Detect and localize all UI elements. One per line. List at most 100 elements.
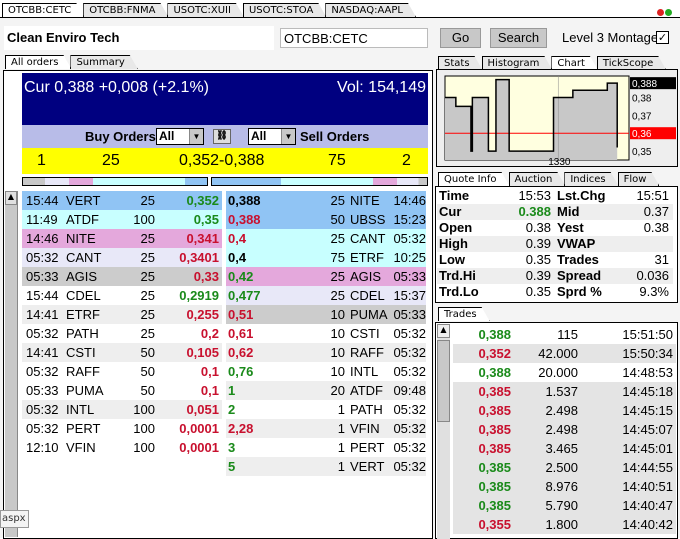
tab-otcbb-fnma[interactable]: OTCBB:FNMA (83, 3, 168, 17)
order-price: 0,2919 (179, 288, 219, 303)
order-time: 05:32 (393, 402, 426, 417)
buy-order-row[interactable]: 12:10 VFIN 100 0,0001 (22, 438, 222, 457)
sell-order-row[interactable]: 0,61 10 CSTI 05:32 (226, 324, 426, 343)
order-size: 25 (140, 231, 155, 246)
tab-stats[interactable]: Stats (438, 56, 483, 70)
sell-order-row[interactable]: 0,4 25 CANT 05:32 (226, 229, 426, 248)
scroll-up-icon[interactable]: ▲ (437, 324, 450, 338)
quote-label: Trd.Hi (439, 268, 476, 283)
order-size: 10 (330, 364, 345, 379)
trade-size: 115 (557, 327, 578, 342)
order-size: 1 (337, 402, 345, 417)
trade-price: 0,385 (478, 422, 511, 437)
order-size: 100 (133, 421, 155, 436)
scroll-thumb[interactable] (437, 340, 450, 422)
sell-order-row[interactable]: 1 20 ATDF 09:48 (226, 381, 426, 400)
order-scrollbar[interactable]: ▲ (5, 191, 18, 537)
sell-order-row[interactable]: 0,51 10 PUMA 05:33 (226, 305, 426, 324)
tab-quote-info[interactable]: Quote Info (438, 172, 510, 186)
order-time: 05:32 (26, 421, 59, 436)
order-size: 50 (140, 383, 155, 398)
buy-order-row[interactable]: 14:41 ETRF 25 0,255 (22, 305, 222, 324)
quote-row: Open 0.38 Yest 0.38 (437, 220, 673, 236)
tab-histogram[interactable]: Histogram (482, 56, 553, 70)
order-price: 0,388 (228, 193, 261, 208)
order-size: 50 (330, 212, 345, 227)
spread: 0,352-0,388 (179, 152, 265, 169)
level3-label: Level 3 Montage (562, 30, 659, 45)
filter-bar: Buy Orders All ▼ ⛓ All ▼ Sell Orders (22, 125, 428, 148)
link-icon[interactable]: ⛓ (213, 129, 231, 144)
sell-order-row[interactable]: 2 1 PATH 05:32 (226, 400, 426, 419)
trade-price: 0,385 (478, 498, 511, 513)
sell-order-row[interactable]: 5 1 VERT 05:32 (226, 457, 426, 476)
order-time: 05:32 (26, 326, 59, 341)
inside-summary: 1 25 0,352-0,388 75 2 (22, 148, 428, 174)
quote-label: Trd.Lo (439, 284, 479, 299)
buy-order-row[interactable]: 11:49 ATDF 100 0,35 (22, 210, 222, 229)
quote-value: 0.37 (643, 204, 669, 219)
market-maker: AGIS (66, 269, 98, 284)
order-price: 0,0001 (179, 421, 219, 436)
sell-order-row[interactable]: 0,42 25 AGIS 05:33 (226, 267, 426, 286)
order-time: 05:33 (393, 307, 426, 322)
sell-order-row[interactable]: 3 1 PERT 05:32 (226, 438, 426, 457)
market-maker: PERT (350, 440, 385, 455)
symbol-input[interactable] (280, 28, 428, 48)
buy-order-row[interactable]: 14:46 NITE 25 0,341 (22, 229, 222, 248)
market-maker: CDEL (66, 288, 101, 303)
sell-order-row[interactable]: 0,62 10 RAFF 05:32 (226, 343, 426, 362)
order-time: 10:25 (393, 250, 426, 265)
buy-order-row[interactable]: 05:32 INTL 100 0,051 (22, 400, 222, 419)
tab-usotc-stoa[interactable]: USOTC:STOA (243, 3, 326, 17)
level3-checkbox[interactable]: ✓ (656, 31, 669, 44)
buy-order-row[interactable]: 05:32 RAFF 50 0,1 (22, 362, 222, 381)
sell-order-row[interactable]: 0,4 75 ETRF 10:25 (226, 248, 426, 267)
sell-order-row[interactable]: 0,477 25 CDEL 15:37 (226, 286, 426, 305)
tab-summary[interactable]: Summary (70, 55, 137, 69)
tab-indices[interactable]: Indices (564, 172, 618, 186)
buy-filter-select[interactable]: All ▼ (156, 128, 204, 145)
tab-usotc-xuii[interactable]: USOTC:XUII (167, 3, 243, 17)
buy-order-row[interactable]: 05:33 AGIS 25 0,33 (22, 267, 222, 286)
sell-filter-select[interactable]: All ▼ (248, 128, 296, 145)
sell-order-row[interactable]: 0,388 50 UBSS 15:23 (226, 210, 426, 229)
trade-price: 0,385 (478, 403, 511, 418)
quote-label: Sprd % (557, 284, 602, 299)
market-maker: CSTI (350, 326, 380, 341)
buy-count: 1 (37, 152, 46, 169)
market-maker: ATDF (350, 383, 383, 398)
trades-scrollbar[interactable]: ▲ (437, 324, 450, 539)
trade-time: 14:44:55 (622, 460, 673, 475)
search-button[interactable]: Search (490, 28, 547, 48)
trade-time: 14:48:53 (622, 365, 673, 380)
order-price: 0,4 (228, 231, 247, 246)
order-time: 05:32 (393, 345, 426, 360)
sell-order-row[interactable]: 0,388 25 NITE 14:46 (226, 191, 426, 210)
order-size: 1 (337, 440, 345, 455)
tab-all-orders[interactable]: All orders (5, 55, 71, 69)
go-button[interactable]: Go (440, 28, 481, 48)
buy-order-row[interactable]: 05:32 PATH 25 0,2 (22, 324, 222, 343)
quote-value: 0.036 (636, 268, 669, 283)
order-time: 05:32 (393, 364, 426, 379)
tab-chart[interactable]: Chart (551, 56, 597, 70)
quote-row: Trd.Lo 0.35 Sprd % 9.3% (437, 284, 673, 300)
tab-trades[interactable]: Trades (438, 307, 490, 321)
buy-order-row[interactable]: 05:32 PERT 100 0,0001 (22, 419, 222, 438)
tab-auction[interactable]: Auction (509, 172, 566, 186)
scroll-up-icon[interactable]: ▲ (5, 191, 17, 205)
buy-order-row[interactable]: 05:33 PUMA 50 0,1 (22, 381, 222, 400)
buy-order-row[interactable]: 15:44 VERT 25 0,352 (22, 191, 222, 210)
buy-order-row[interactable]: 14:41 CSTI 50 0,105 (22, 343, 222, 362)
tab-tickscope[interactable]: TickScope (597, 56, 666, 70)
tab-otcbb-cetc[interactable]: OTCBB:CETC (2, 3, 84, 17)
buy-order-row[interactable]: 05:32 CANT 25 0,3401 (22, 248, 222, 267)
tab-nasdaq-aapl[interactable]: NASDAQ:AAPL (325, 3, 416, 17)
tab-flow[interactable]: Flow (618, 172, 660, 186)
trade-row: 0,385 1.537 14:45:18 (453, 382, 676, 401)
sell-order-row[interactable]: 0,76 10 INTL 05:32 (226, 362, 426, 381)
buy-order-row[interactable]: 15:44 CDEL 25 0,2919 (22, 286, 222, 305)
market-maker: VFIN (350, 421, 380, 436)
sell-order-row[interactable]: 2,28 1 VFIN 05:32 (226, 419, 426, 438)
